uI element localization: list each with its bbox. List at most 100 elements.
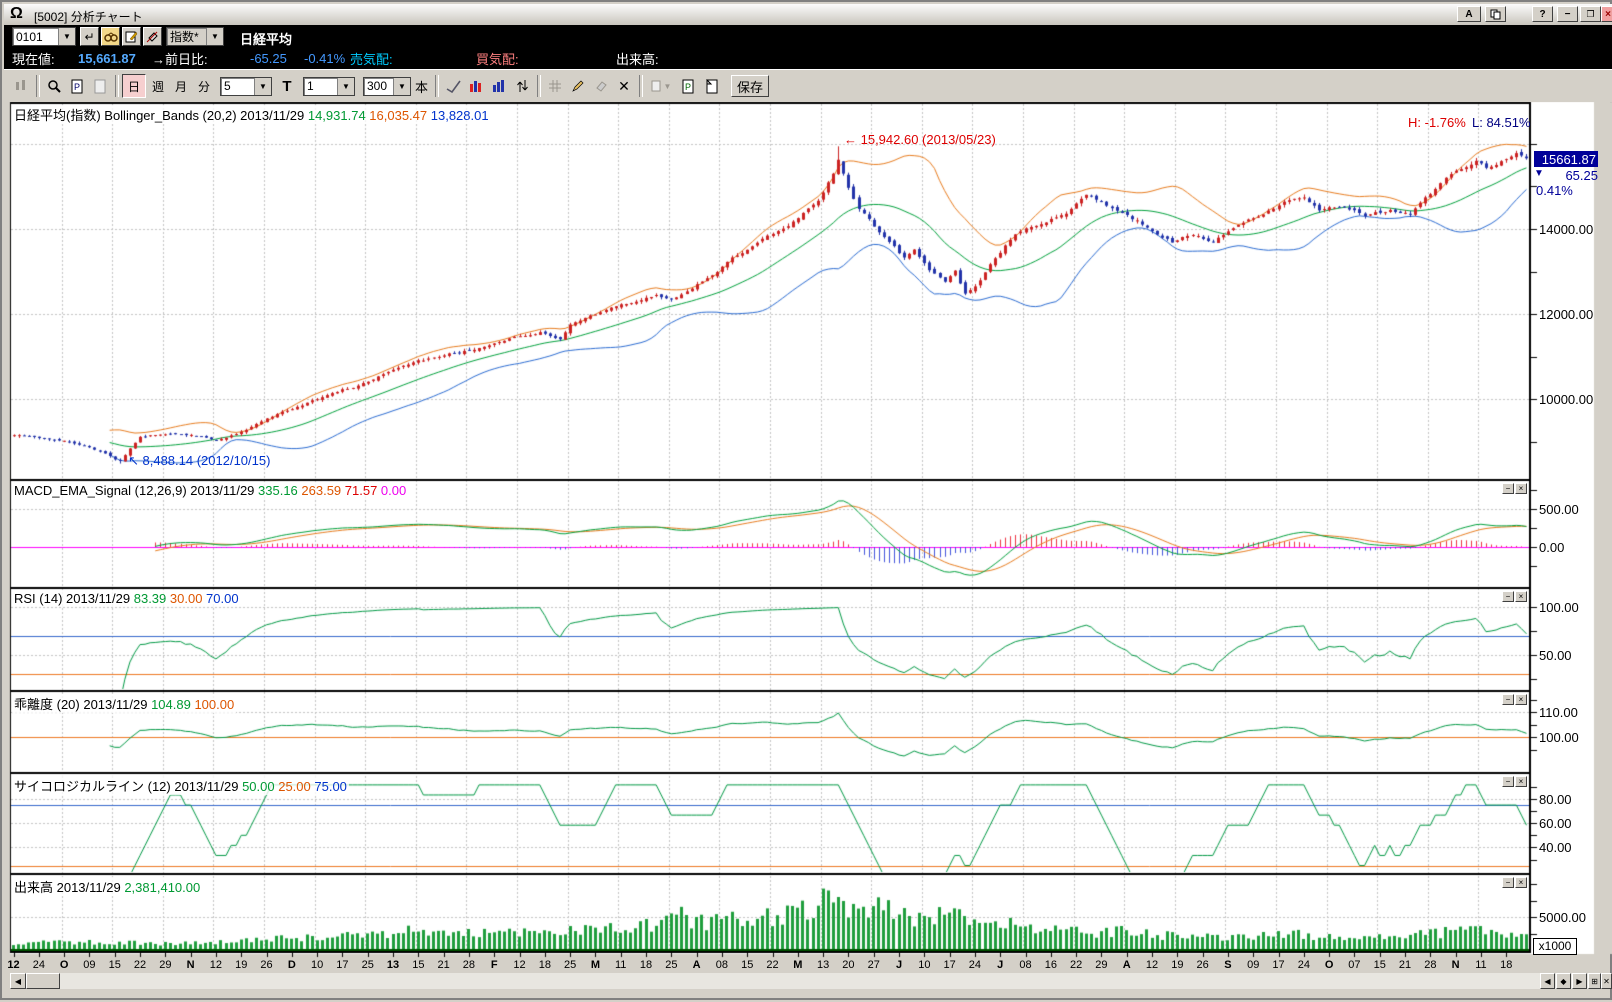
x-axis-label: D	[280, 959, 304, 971]
symbol-code-value: 0101	[13, 30, 58, 44]
x-axis-label: 13	[811, 959, 835, 971]
minute-interval-select[interactable]: 5 ▼	[220, 77, 272, 96]
x-axis-label: 24	[1292, 959, 1316, 971]
x-axis-label: 11	[609, 959, 633, 971]
search-button[interactable]	[101, 27, 120, 46]
price-label: 現在値:	[12, 49, 55, 68]
x-icon: ✕	[618, 78, 630, 95]
x-axis-label: 15	[406, 959, 430, 971]
title-bar: Ω [5002] 分析チャート A ? − ❐ ×	[4, 4, 1612, 25]
indicator-value: 70.00	[206, 591, 239, 606]
panel-minimize-button[interactable]: −	[1502, 483, 1514, 494]
x-axis-label: 19	[1165, 959, 1189, 971]
layout-template-button[interactable]: ▼	[646, 75, 676, 97]
tick-interval-select[interactable]: 1 ▼	[303, 77, 355, 96]
compare-chart-button[interactable]	[10, 75, 32, 97]
save-page-button[interactable]: P	[677, 75, 699, 97]
x-axis-label: N	[179, 959, 203, 971]
panel-close-button[interactable]: ×	[1515, 483, 1527, 494]
down-arrow-icon: ▼	[1534, 168, 1544, 179]
y-axis-label: 0.00	[1539, 540, 1564, 555]
add-page-button[interactable]: P	[66, 75, 88, 97]
indicator-value: 14,931.74	[308, 108, 369, 123]
remove-page-button[interactable]	[89, 75, 111, 97]
bar-count-select[interactable]: 300 ▼	[363, 77, 411, 96]
panel-close-button[interactable]: ×	[1515, 591, 1527, 602]
chevron-down-icon[interactable]: ▼	[58, 28, 75, 45]
nav-prev-button[interactable]: ◀	[1540, 973, 1555, 989]
panel-minimize-button[interactable]: −	[1502, 591, 1514, 602]
change-pct-tag: 0.41%	[1536, 183, 1573, 198]
x-axis-label: 24	[27, 959, 51, 971]
draw-trendline-button[interactable]	[442, 75, 464, 97]
minimize-button[interactable]: −	[1557, 6, 1578, 22]
tick-button[interactable]: T	[276, 75, 298, 97]
save-button[interactable]: 保存	[731, 75, 769, 97]
candle-style-button[interactable]	[465, 75, 487, 97]
period-daily-button[interactable]: 日	[122, 74, 146, 98]
panel-close-button[interactable]: ×	[1515, 776, 1527, 787]
close-button[interactable]: ×	[1601, 6, 1612, 22]
chevron-down-icon[interactable]: ▼	[254, 78, 271, 95]
eraser-icon	[146, 30, 159, 43]
current-price-tag: 15661.87	[1534, 151, 1598, 167]
delete-all-button[interactable]: ✕	[613, 75, 635, 97]
bar-style-button[interactable]	[488, 75, 510, 97]
x-axis-label: 08	[1014, 959, 1038, 971]
period-monthly-button[interactable]: 月	[170, 75, 192, 97]
bar-count-value: 300	[364, 79, 393, 93]
x-axis-label: 27	[862, 959, 886, 971]
restore-button[interactable]: ❐	[1580, 6, 1601, 22]
chevron-down-icon[interactable]: ▼	[337, 78, 354, 95]
x-axis-label: 17	[1267, 959, 1291, 971]
scale-toggle-button[interactable]	[511, 75, 533, 97]
indicator-value: 263.59	[301, 483, 344, 498]
chevron-down-icon[interactable]: ▼	[206, 28, 223, 45]
panel-close-button[interactable]: ×	[1515, 694, 1527, 705]
x-axis-label: 18	[634, 959, 658, 971]
zoom-button[interactable]	[43, 75, 65, 97]
enter-button[interactable]: ↵	[80, 27, 99, 46]
chevron-down-icon[interactable]: ▼	[393, 78, 410, 95]
panel-close-all-button[interactable]: ✕	[1601, 973, 1612, 989]
x-axis-label: M	[583, 959, 607, 971]
nav-center-button[interactable]: ◆	[1556, 973, 1571, 989]
x-axis-label: 12	[204, 959, 228, 971]
panel-minimize-button[interactable]: −	[1502, 877, 1514, 888]
horizontal-scrollbar[interactable]: ◀	[10, 973, 1594, 989]
x-axis-label: S	[1216, 959, 1240, 971]
grid-settings-button[interactable]	[544, 75, 566, 97]
binoculars-icon	[104, 31, 118, 43]
load-page-button[interactable]	[700, 75, 722, 97]
app-logo-icon: Ω	[10, 5, 23, 23]
x-axis-label: J	[887, 959, 911, 971]
panel-minimize-button[interactable]: −	[1502, 776, 1514, 787]
volume-unit-box: x1000	[1533, 938, 1577, 955]
panel-close-button[interactable]: ×	[1515, 877, 1527, 888]
x-axis-label: 21	[432, 959, 456, 971]
edit-memo-button[interactable]	[122, 27, 141, 46]
copy-window-button[interactable]	[1485, 6, 1506, 22]
eraser-icon	[594, 80, 608, 92]
draw-pencil-button[interactable]	[567, 75, 589, 97]
font-button[interactable]: A	[1457, 6, 1481, 22]
scrollbar-thumb[interactable]	[26, 973, 60, 989]
x-axis-label: 25	[558, 959, 582, 971]
nav-next-button[interactable]: ▶	[1572, 973, 1587, 989]
layout-grid-button[interactable]: ⊞	[1588, 973, 1601, 989]
panel-minimize-button[interactable]: −	[1502, 694, 1514, 705]
erase-drawing-button[interactable]	[590, 75, 612, 97]
clear-button[interactable]	[143, 27, 162, 46]
scroll-left-button[interactable]: ◀	[10, 973, 26, 989]
symbol-code-input[interactable]: 0101 ▼	[12, 27, 76, 46]
help-button[interactable]: ?	[1532, 6, 1553, 22]
chart-canvas[interactable]	[2, 2, 1612, 1002]
category-select[interactable]: 指数* ▼	[166, 27, 224, 46]
x-axis-label: 11	[1469, 959, 1493, 971]
panel-header-kairi: 乖離度 (20) 2013/11/29 104.89 100.00	[12, 694, 236, 713]
low-pct-label: L: 84.51%	[1472, 115, 1531, 130]
x-axis-label: 12	[1140, 959, 1164, 971]
period-weekly-button[interactable]: 週	[147, 75, 169, 97]
edit-icon	[125, 30, 138, 43]
period-minute-button[interactable]: 分	[193, 75, 215, 97]
